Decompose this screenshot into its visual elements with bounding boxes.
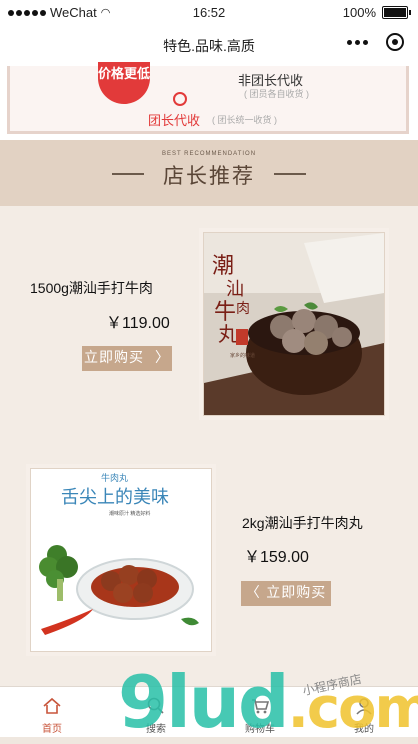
mini-program-capsule [347,33,404,51]
battery-label: 100% [342,5,376,20]
buy-now-label: 立即购买 [84,350,145,366]
section-title: 店长推荐 [163,164,255,188]
buy-now-button[interactable]: 〈 立即购买 [241,581,331,606]
close-mini-program-icon[interactable] [386,33,404,51]
status-bar: WeChat ◠ 16:52 100% [0,0,418,24]
buy-now-label: 立即购买 [266,585,327,601]
option-self-receive-note: ( 团员各自收货 ) [244,89,309,99]
svg-text:潮: 潮 [212,254,234,279]
more-menu-icon[interactable] [347,39,368,45]
chevron-left-icon: 〈 [245,585,261,601]
svg-text:汕: 汕 [226,279,244,300]
divider-right [274,173,306,175]
battery-icon [382,6,411,19]
product-image[interactable]: 潮 汕 牛 肉 丸 家乡的味道 [203,232,385,416]
navigation-bar: 特色.品味.高质 [0,24,418,67]
delivery-banner[interactable]: 价格更低 非团长代收 ( 团员各自收货 ) 团长代收 ( 团长统一收货 ) [0,62,418,140]
product-list: 1500g潮汕手打牛肉 ￥119.00 立即购买 〉 潮 汕 牛 肉 丸 家乡的… [0,206,418,686]
product-image[interactable]: 牛肉丸 舌尖上的美味 潮味原汁 精选好料 [30,468,212,652]
beef-ball-plate-image: 牛肉丸 舌尖上的美味 潮味原汁 精选好料 [31,469,211,651]
tab-home[interactable]: 首页 [0,687,104,737]
tab-home-label: 首页 [42,724,62,735]
chevron-right-icon: 〉 [149,350,170,366]
location-pin-icon [173,92,187,106]
option-leader-receive: 团长代收 [148,113,201,128]
beef-ball-bowl-image: 潮 汕 牛 肉 丸 家乡的味道 [204,233,384,415]
svg-text:丸: 丸 [218,322,238,346]
section-header: BEST RECOMMENDATION 店长推荐 [0,140,418,206]
svg-text:舌尖上的美味: 舌尖上的美味 [61,487,169,508]
banner-frame: 价格更低 非团长代收 ( 团员各自收货 ) 团长代收 ( 团长统一收货 ) [7,62,409,134]
section-subtitle: BEST RECOMMENDATION [161,151,257,157]
product-name[interactable]: 2kg潮汕手打牛肉丸 [242,513,363,533]
home-icon [43,697,61,714]
watermark-logo: 9lud.com [118,660,418,744]
svg-text:肉: 肉 [236,301,250,317]
svg-text:家乡的味道: 家乡的味道 [230,352,255,359]
product-name[interactable]: 1500g潮汕手打牛肉 [30,278,153,298]
buy-now-button[interactable]: 立即购买 〉 [82,346,172,371]
svg-text:牛肉丸: 牛肉丸 [101,472,128,483]
product-price: ￥119.00 [106,315,170,332]
price-badge: 价格更低 [98,62,150,104]
svg-text:潮味原汁 精选好料: 潮味原汁 精选好料 [109,510,150,517]
product-price: ￥159.00 [244,549,309,566]
option-leader-receive-note: ( 团长统一收货 ) [212,115,277,125]
